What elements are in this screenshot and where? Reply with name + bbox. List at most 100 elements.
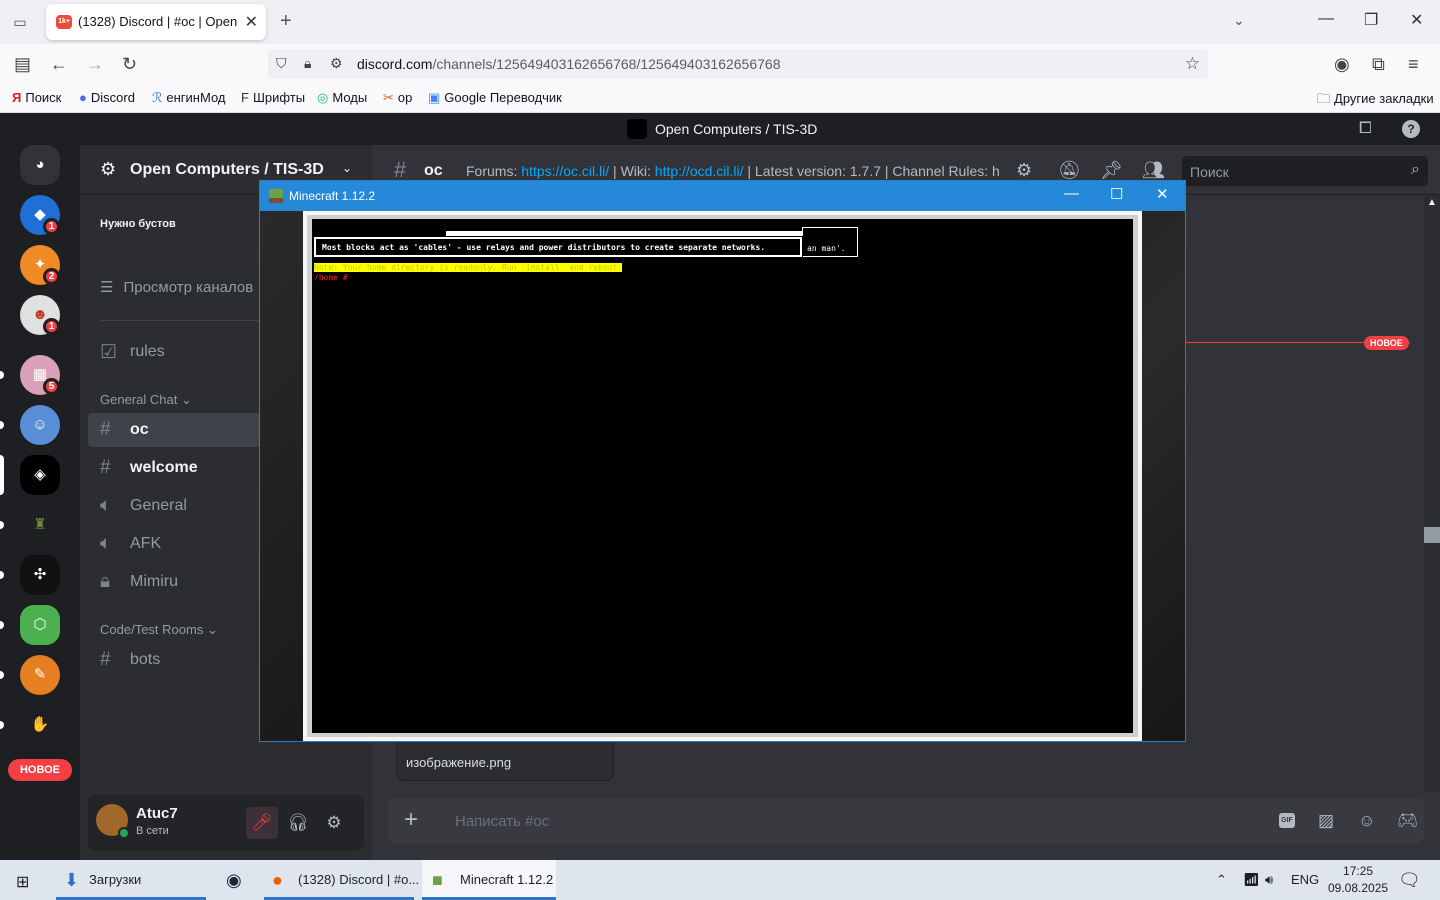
taskbar-downloads[interactable]: ⬇ Загрузки [56,860,206,900]
sidebar-toggle-icon[interactable]: ▤ [14,54,31,75]
gif-icon[interactable]: GIF [1279,813,1295,828]
modrinth-icon: ◎ [317,90,329,105]
language-indicator[interactable]: ENG [1291,872,1319,887]
server-badge: 2 [43,268,60,285]
back-icon[interactable]: ← [50,54,68,75]
headphones-icon[interactable]: 🎧︎ [282,807,314,839]
minimize-icon[interactable]: — [1064,185,1079,202]
firefox-icon: ● [272,870,283,890]
close-icon[interactable]: ✕ [1156,185,1169,203]
browser-navbar: ▤ ← → ↻ ⛉ 🔒︎ ⚙ discord.com/channels/1256… [0,44,1440,84]
bookmark-discord[interactable]: ● Discord [79,90,135,105]
other-bookmarks[interactable]: 🗀 Другие закладки [1317,90,1434,112]
taskbar-minecraft[interactable]: ■ Minecraft 1.12.2 [422,860,556,900]
user-status: В сети [136,825,169,837]
username[interactable]: Atuc7 [136,805,178,822]
url-bar[interactable]: ⛉ 🔒︎ ⚙ discord.com/channels/125649403162… [268,49,1208,79]
user-settings-gear-icon[interactable]: ⚙ [318,807,350,839]
search-input[interactable]: Поиск ⌕ [1182,156,1428,186]
help-icon[interactable]: ? [1402,120,1420,138]
taskbar-firefox[interactable]: ● (1328) Discord | #o... [264,860,419,900]
bookmark-star-icon[interactable]: ☆ [1185,54,1200,74]
threads-icon[interactable]: ⚙ [1016,160,1032,181]
wifi-icon[interactable]: 📶︎ [1243,872,1260,888]
server-icon-8[interactable]: ✣ [20,555,60,595]
attachment-card[interactable]: изображение.png [396,741,614,781]
wiki-link[interactable]: http://ocd.cil.li/ [655,163,744,179]
emoji-icon[interactable]: ☺ [1358,811,1375,831]
message-scrollbar[interactable]: ▲ [1424,195,1440,792]
bookmark-fonts[interactable]: F Шрифты [241,90,305,105]
channel-topic[interactable]: Forums: https://oc.cil.li/ | Wiki: http:… [466,163,1000,179]
boost-goal[interactable]: Нужно бустов [100,218,176,230]
unread-pill [0,571,4,579]
mic-muted-icon[interactable]: 🎤︎ [246,807,278,839]
lock-icon: 🔒︎ [100,571,111,592]
close-window-icon[interactable]: ✕ [1410,10,1423,30]
reload-icon[interactable]: ↻ [122,54,137,75]
message-composer[interactable]: + Написать #oc GIF ▨ ☺ 🎮︎ [388,798,1424,844]
restore-icon[interactable]: ❐ [1364,10,1378,30]
category-code-test[interactable]: Code/Test Rooms ⌄ [100,622,218,638]
server-icon-7[interactable]: ♜ [20,505,60,545]
forums-link[interactable]: https://oc.cil.li/ [521,163,609,179]
windows-start-icon[interactable]: ⊞ [16,872,29,892]
inbox-icon[interactable]: ⧠ [1359,120,1372,138]
minecraft-game-view[interactable]: an man'. Most blocks act as 'cables' - u… [260,211,1185,741]
tab-close-icon[interactable]: ✕ [245,12,258,32]
browse-channels[interactable]: ☰ Просмотр каналов [100,278,253,296]
maximize-icon[interactable]: ☐ [1110,185,1123,203]
minecraft-titlebar[interactable]: Minecraft 1.12.2 — ☐ ✕ [260,181,1185,211]
bookmark-enginmod[interactable]: ℛенгинМод [152,90,225,106]
bookmark-search[interactable]: Я Поиск [12,90,61,105]
speaker-icon: 🔈︎ [100,533,112,554]
server-icon-10[interactable]: ✎ [20,655,60,695]
account-icon[interactable]: ◉ [1334,54,1350,75]
tab-list-icon[interactable]: ▭ [8,10,32,34]
forward-icon[interactable]: → [86,54,104,75]
scroll-up-icon[interactable]: ▲ [1427,197,1437,208]
clock-time: 17:25 [1343,864,1374,878]
notification-bell-icon[interactable]: 🔕︎ [1058,160,1081,181]
attachment-name[interactable]: изображение.png [406,755,511,770]
search-icon: ⌕ [1411,161,1420,178]
text-channel-icon: # [100,649,111,670]
notification-center-icon[interactable]: 🗨︎ [1398,870,1421,891]
browse-icon: ☰ [100,279,114,296]
fonts-icon: F [241,90,249,105]
bookmark-op[interactable]: ✂ op [383,90,412,106]
oc-screen[interactable]: an man'. Most blocks act as 'cables' - u… [312,219,1133,733]
volume-icon[interactable]: 🔊︎ [1265,872,1273,888]
bookmark-translate[interactable]: ▣ Google Переводчик [428,90,562,106]
sticker-icon[interactable]: ▨ [1318,811,1334,831]
gamepad-icon[interactable]: 🎮︎ [1397,811,1419,831]
new-messages-pill[interactable]: НОВОЕ [8,759,72,781]
message-input[interactable]: Написать #oc [455,813,549,830]
new-tab-icon[interactable]: + [280,10,292,33]
extensions-icon[interactable]: ⧉ [1372,54,1385,75]
tab-discord[interactable]: 1k+ (1328) Discord | #oc | Open Con ✕ [46,4,266,40]
scrollbar-thumb[interactable] [1424,527,1440,543]
bookmark-mods[interactable]: ◎ Моды [317,90,367,106]
server-icon-opencomputers[interactable]: ◈ [20,455,60,495]
pin-icon[interactable]: 📌︎ [1100,160,1123,181]
chevron-down-icon[interactable]: ⌄ [1233,12,1245,29]
category-general-chat[interactable]: General Chat ⌄ [100,392,192,408]
shield-icon[interactable]: ⛉ [276,55,287,72]
menu-icon[interactable]: ≡ [1408,54,1419,75]
minimize-icon[interactable]: — [1318,10,1334,28]
text-channel-icon: # [100,419,111,440]
permissions-icon[interactable]: ⚙ [330,55,343,72]
server-icon-5[interactable]: ☺ [20,405,60,445]
taskbar-steam[interactable]: ◉ [222,860,252,900]
discord-home-icon[interactable]: ◕ [20,145,60,185]
server-icon-9[interactable]: ⬡ [20,605,60,645]
members-icon[interactable]: 👥︎ [1142,160,1165,181]
tray-chevron-up-icon[interactable]: ⌃ [1216,872,1227,888]
terminal-prompt: /home # [314,273,348,282]
taskbar-clock[interactable]: 17:25 09.08.2025 [1328,863,1388,897]
lock-icon[interactable]: 🔒︎ [304,55,311,72]
add-attachment-icon[interactable]: + [404,806,418,834]
url-text[interactable]: discord.com/channels/1256494031626567​68… [357,56,780,72]
server-icon-11[interactable]: ✋ [20,705,60,745]
